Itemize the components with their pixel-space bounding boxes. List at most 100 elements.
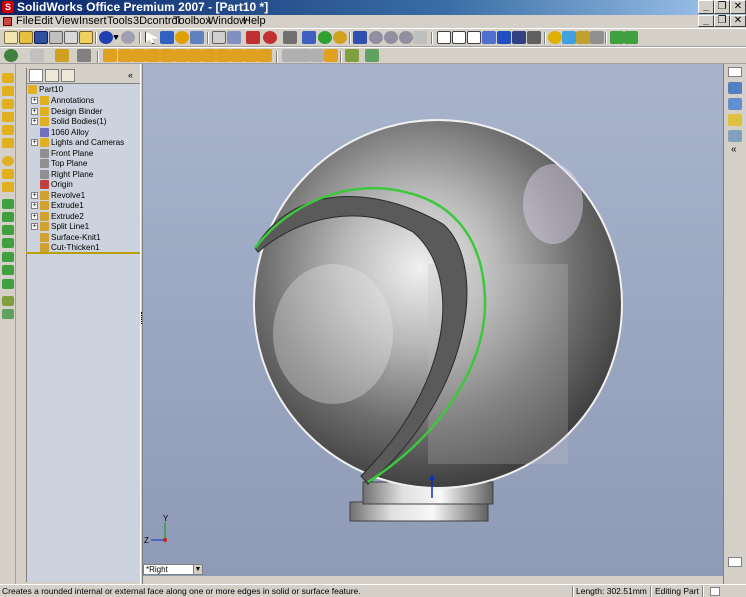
fillet-tool-icon[interactable]: [2, 156, 14, 166]
document-icon[interactable]: [3, 17, 12, 26]
tab-configurationmanager[interactable]: [61, 69, 75, 82]
zoom-to-fit-icon[interactable]: [369, 31, 383, 44]
expand-icon[interactable]: +: [31, 191, 38, 199]
shaded-with-edges-icon[interactable]: [482, 31, 496, 44]
zoom-area-icon[interactable]: [384, 31, 398, 44]
base-plate[interactable]: [349, 501, 489, 522]
sketch-tool-icon[interactable]: [2, 73, 14, 83]
rotate-view-icon[interactable]: [413, 31, 427, 44]
menu-insert[interactable]: Insert: [77, 15, 109, 28]
zoom-in-out-icon[interactable]: [399, 31, 413, 44]
circular-pattern-icon[interactable]: [296, 49, 310, 62]
view-orientation-selector[interactable]: *Right ▼: [143, 564, 203, 575]
search-icon[interactable]: [728, 130, 742, 142]
select-cursor-icon[interactable]: [145, 31, 159, 44]
file-explorer-icon[interactable]: [728, 114, 742, 126]
revolved-boss-icon[interactable]: [118, 49, 132, 62]
menu-help[interactable]: Help: [241, 15, 268, 28]
view-icon[interactable]: [302, 31, 316, 44]
expand-taskpane-icon[interactable]: «: [731, 144, 737, 155]
child-close-button[interactable]: ✕: [730, 15, 746, 27]
lofted-boss-icon[interactable]: [146, 49, 160, 62]
loft-tool-icon[interactable]: [2, 125, 14, 135]
refresh-icon[interactable]: [318, 31, 332, 44]
child-minimize-button[interactable]: _: [698, 15, 714, 27]
hidden-lines-removed-icon[interactable]: [467, 31, 481, 44]
close-button[interactable]: ✕: [730, 0, 746, 14]
plane-tool-icon[interactable]: [2, 296, 14, 306]
extruded-boss-icon[interactable]: [103, 49, 117, 62]
pattern-tool-icon[interactable]: [2, 225, 14, 235]
camera-icon[interactable]: [590, 31, 604, 44]
redo-icon[interactable]: [121, 31, 135, 44]
print-icon[interactable]: [49, 31, 63, 44]
dynamic-highlight-icon[interactable]: [610, 31, 624, 44]
graphics-area[interactable]: Y Z: [143, 64, 723, 576]
expand-icon[interactable]: +: [31, 223, 38, 230]
expand-icon[interactable]: +: [31, 107, 38, 115]
draft-icon[interactable]: [244, 49, 258, 62]
linear-pattern-icon[interactable]: [282, 49, 296, 62]
undo-dropdown-icon[interactable]: [113, 35, 119, 40]
perspective-icon[interactable]: [562, 31, 576, 44]
expand-icon[interactable]: +: [31, 139, 38, 146]
revolve-tool-icon[interactable]: [2, 99, 14, 109]
sketch-entities-icon[interactable]: [55, 49, 69, 62]
chamfer-tool-icon[interactable]: [2, 169, 14, 179]
minimize-button[interactable]: _: [698, 0, 714, 14]
options-icon[interactable]: [263, 31, 277, 44]
sketch-icon[interactable]: [4, 49, 18, 62]
relations-icon[interactable]: [77, 49, 91, 62]
expand-icon[interactable]: +: [31, 118, 38, 125]
cut-tool-icon[interactable]: [2, 138, 14, 148]
traffic-light-icon[interactable]: [175, 31, 189, 44]
hole-tool-icon[interactable]: [2, 212, 14, 222]
revolved-cut-icon[interactable]: [174, 49, 188, 62]
smart-dimension-icon[interactable]: [30, 49, 44, 62]
draft-tool-icon[interactable]: [2, 199, 14, 209]
scroll-down-icon[interactable]: [728, 557, 742, 567]
3d-view-icon[interactable]: [227, 31, 241, 44]
mirror-tool-icon[interactable]: [2, 238, 14, 248]
solidworks-resources-icon[interactable]: [728, 82, 742, 94]
split-tool-icon[interactable]: [2, 279, 14, 289]
chevron-down-icon[interactable]: ▼: [193, 565, 202, 574]
rebuild-status-icon[interactable]: [710, 587, 720, 596]
shell-tool-icon[interactable]: [2, 182, 14, 192]
grid-icon[interactable]: [212, 31, 226, 44]
fillet-icon[interactable]: [188, 49, 202, 62]
reference-geometry-icon[interactable]: [345, 49, 359, 62]
curves-icon[interactable]: [365, 49, 379, 62]
realview-icon[interactable]: [548, 31, 562, 44]
rollback-bar[interactable]: [26, 252, 140, 254]
print-preview-icon[interactable]: [64, 31, 78, 44]
menu-edit[interactable]: Edit: [32, 15, 55, 28]
wireframe-icon[interactable]: [437, 31, 451, 44]
restore-button[interactable]: ❐: [714, 0, 730, 14]
model-viewport[interactable]: Y Z: [143, 64, 723, 576]
extrude-tool-icon[interactable]: [2, 86, 14, 96]
cartoon-icon[interactable]: [576, 31, 590, 44]
dome-tool-icon[interactable]: [2, 252, 14, 262]
wrap-tool-icon[interactable]: [2, 265, 14, 275]
section-view-icon[interactable]: [527, 31, 541, 44]
save-icon[interactable]: [34, 31, 48, 44]
shell-icon[interactable]: [230, 49, 244, 62]
new-document-icon[interactable]: [4, 31, 18, 44]
open-folder-icon[interactable]: [19, 31, 33, 44]
tab-featuremanager[interactable]: [29, 69, 43, 82]
child-restore-button[interactable]: ❐: [714, 15, 730, 27]
curve-tool-icon[interactable]: [2, 309, 14, 319]
chamfer-icon[interactable]: [202, 49, 216, 62]
collapse-panel-icon[interactable]: «: [128, 70, 133, 80]
hole-wizard-icon[interactable]: [258, 49, 272, 62]
scroll-up-icon[interactable]: [728, 67, 742, 77]
view-orientation-icon[interactable]: [353, 31, 367, 44]
expand-icon[interactable]: +: [31, 202, 38, 209]
tab-propertymanager[interactable]: [45, 69, 59, 82]
design-library-icon[interactable]: [728, 98, 742, 110]
rib-icon[interactable]: [216, 49, 230, 62]
dome-icon[interactable]: [324, 49, 338, 62]
expand-icon[interactable]: +: [31, 212, 38, 220]
help-icon[interactable]: [333, 31, 347, 44]
